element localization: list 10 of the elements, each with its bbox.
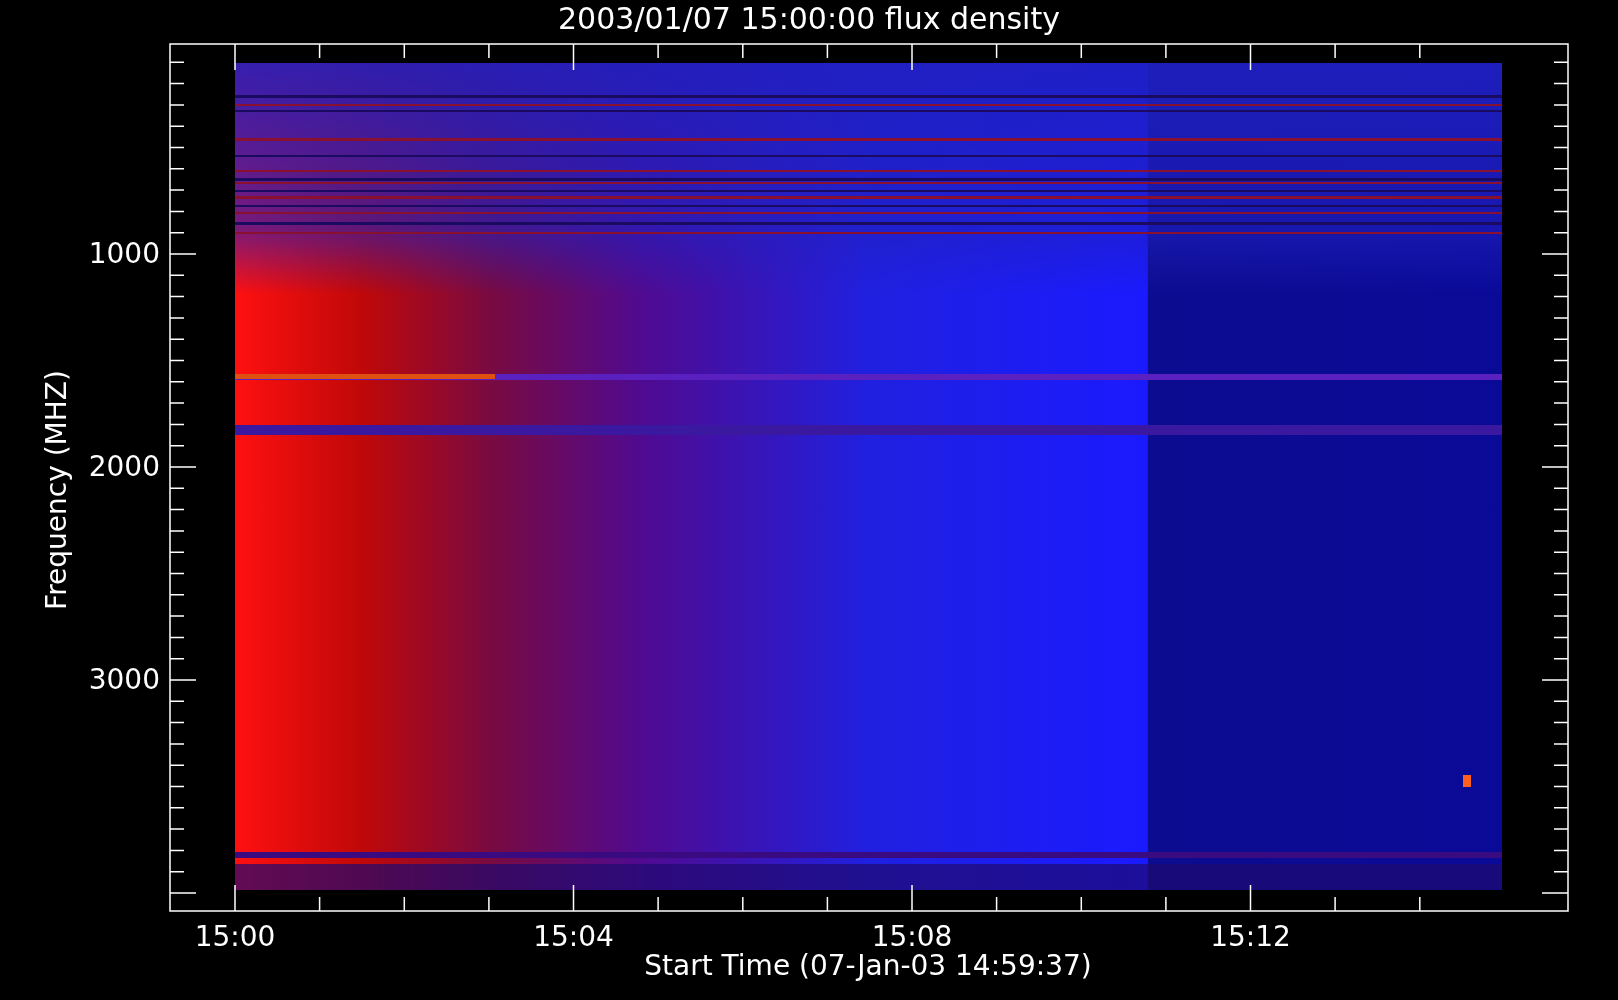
x-axis-label: Start Time (07-Jan-03 14:59:37) xyxy=(644,952,1092,980)
y-tick-label: 2000 xyxy=(88,453,160,481)
x-tick-label: 15:00 xyxy=(194,923,276,951)
x-tick-label: 15:12 xyxy=(1210,923,1291,951)
y-axis-label: Frequency (MHZ) xyxy=(43,370,71,610)
chart-title: 2003/01/07 15:00:00 flux density xyxy=(557,4,1061,34)
y-tick-label: 1000 xyxy=(88,240,160,268)
x-tick-label: 15:04 xyxy=(533,923,614,951)
x-tick-label: 15:08 xyxy=(871,923,953,951)
y-tick-label: 3000 xyxy=(88,666,160,694)
